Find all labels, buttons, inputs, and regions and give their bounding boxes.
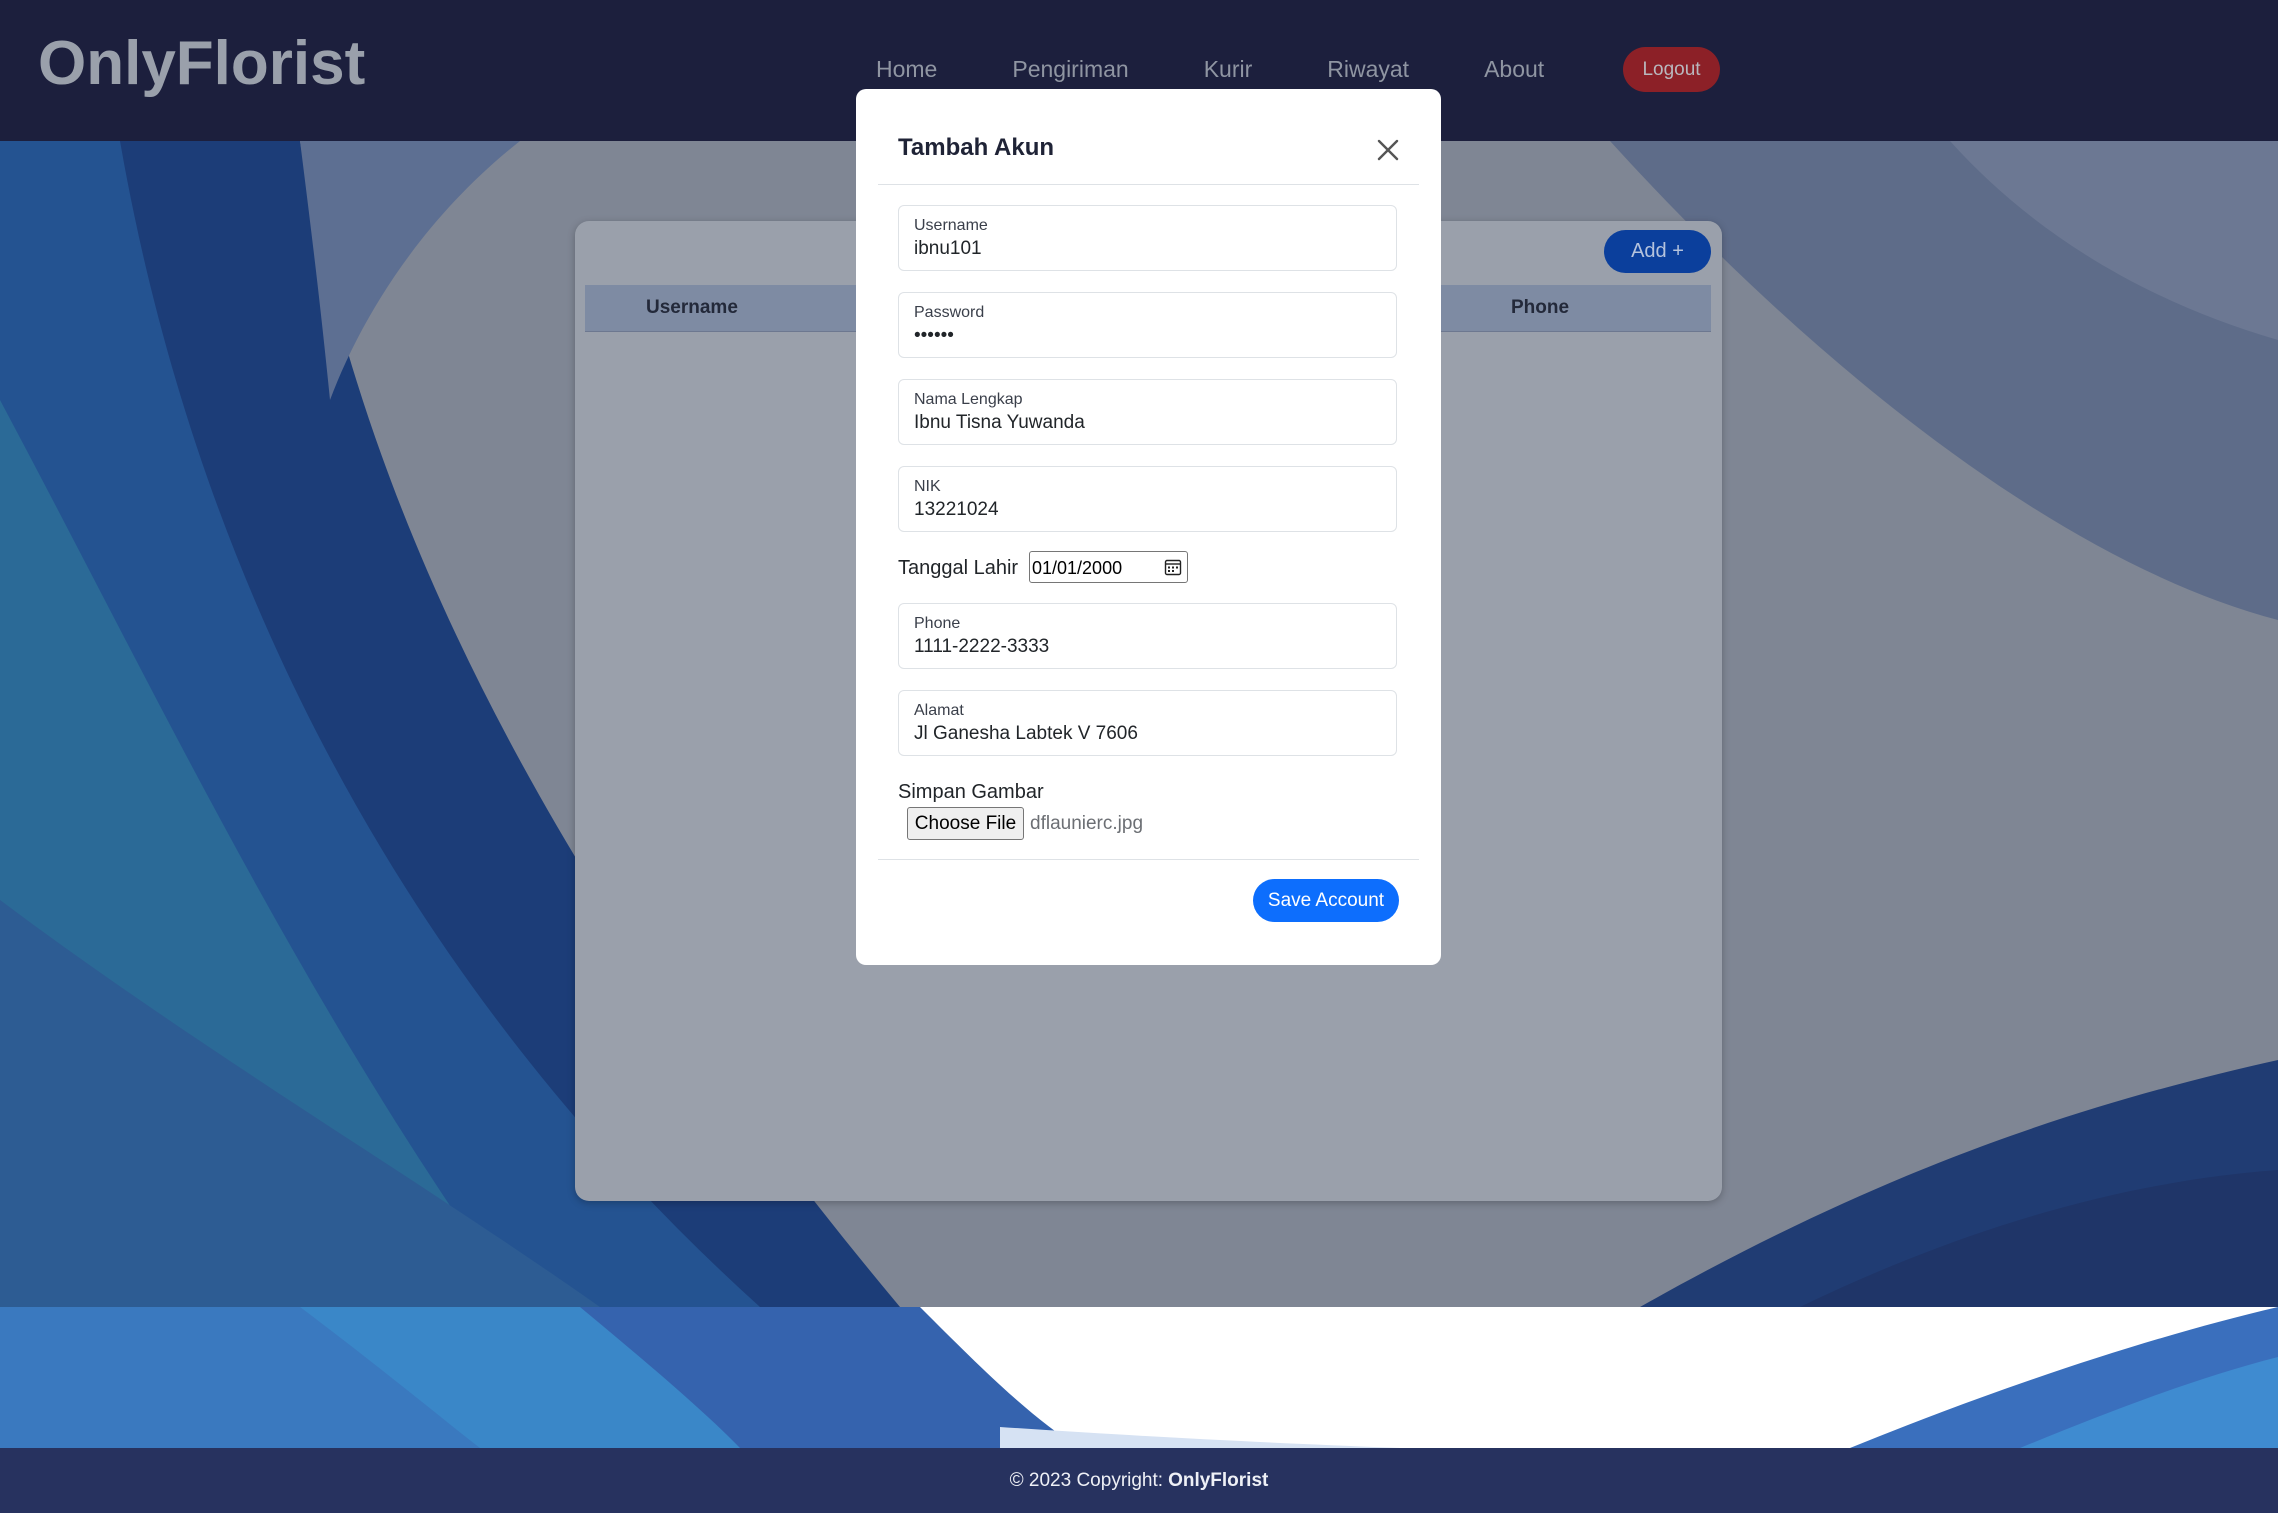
footer-brand: OnlyFlorist	[1168, 1469, 1269, 1491]
field-label: NIK	[914, 478, 941, 495]
field-label: Alamat	[914, 702, 964, 719]
field-label: Password	[914, 304, 985, 321]
field-value: Jl Ganesha Labtek V 7606	[914, 723, 1138, 744]
field-label: Phone	[914, 615, 961, 632]
save-account-button[interactable]: Save Account	[1253, 879, 1399, 922]
birth-date-label: Tanggal Lahir	[898, 557, 1019, 579]
field-label: Username	[914, 217, 988, 234]
password-field[interactable]: Password ••••••	[898, 292, 1397, 358]
footer-copyright: © 2023 Copyright:	[1009, 1469, 1164, 1491]
birth-date-input[interactable]: 01/01/2000	[1029, 551, 1188, 583]
calendar-icon[interactable]	[1164, 558, 1182, 576]
field-value: Ibnu Tisna Yuwanda	[914, 412, 1085, 433]
close-icon[interactable]	[1375, 137, 1401, 163]
add-account-modal: Tambah Akun Username ibnu101 Password ••…	[856, 89, 1441, 965]
field-label: Nama Lengkap	[914, 391, 1023, 408]
nik-field[interactable]: NIK 13221024	[898, 466, 1397, 532]
field-value: 13221024	[914, 499, 999, 520]
image-upload-label: Simpan Gambar	[898, 781, 1044, 803]
footer: © 2023 Copyright: OnlyFlorist	[0, 1448, 2278, 1513]
username-field[interactable]: Username ibnu101	[898, 205, 1397, 271]
field-value: ••••••	[914, 325, 954, 346]
selected-file-name: dflaunierc.jpg	[1030, 813, 1144, 834]
footer-graphic	[0, 1307, 2278, 1448]
full-name-field[interactable]: Nama Lengkap Ibnu Tisna Yuwanda	[898, 379, 1397, 445]
phone-field[interactable]: Phone 1111-2222-3333	[898, 603, 1397, 669]
birth-date-value: 01/01/2000	[1032, 558, 1123, 578]
modal-header-divider	[878, 184, 1419, 185]
modal-title: Tambah Akun	[898, 134, 1055, 161]
choose-file-button[interactable]: Choose File	[907, 807, 1024, 840]
modal-footer-divider	[878, 859, 1419, 860]
field-value: 1111-2222-3333	[914, 636, 1050, 657]
address-field[interactable]: Alamat Jl Ganesha Labtek V 7606	[898, 690, 1397, 756]
field-value: ibnu101	[914, 238, 982, 259]
